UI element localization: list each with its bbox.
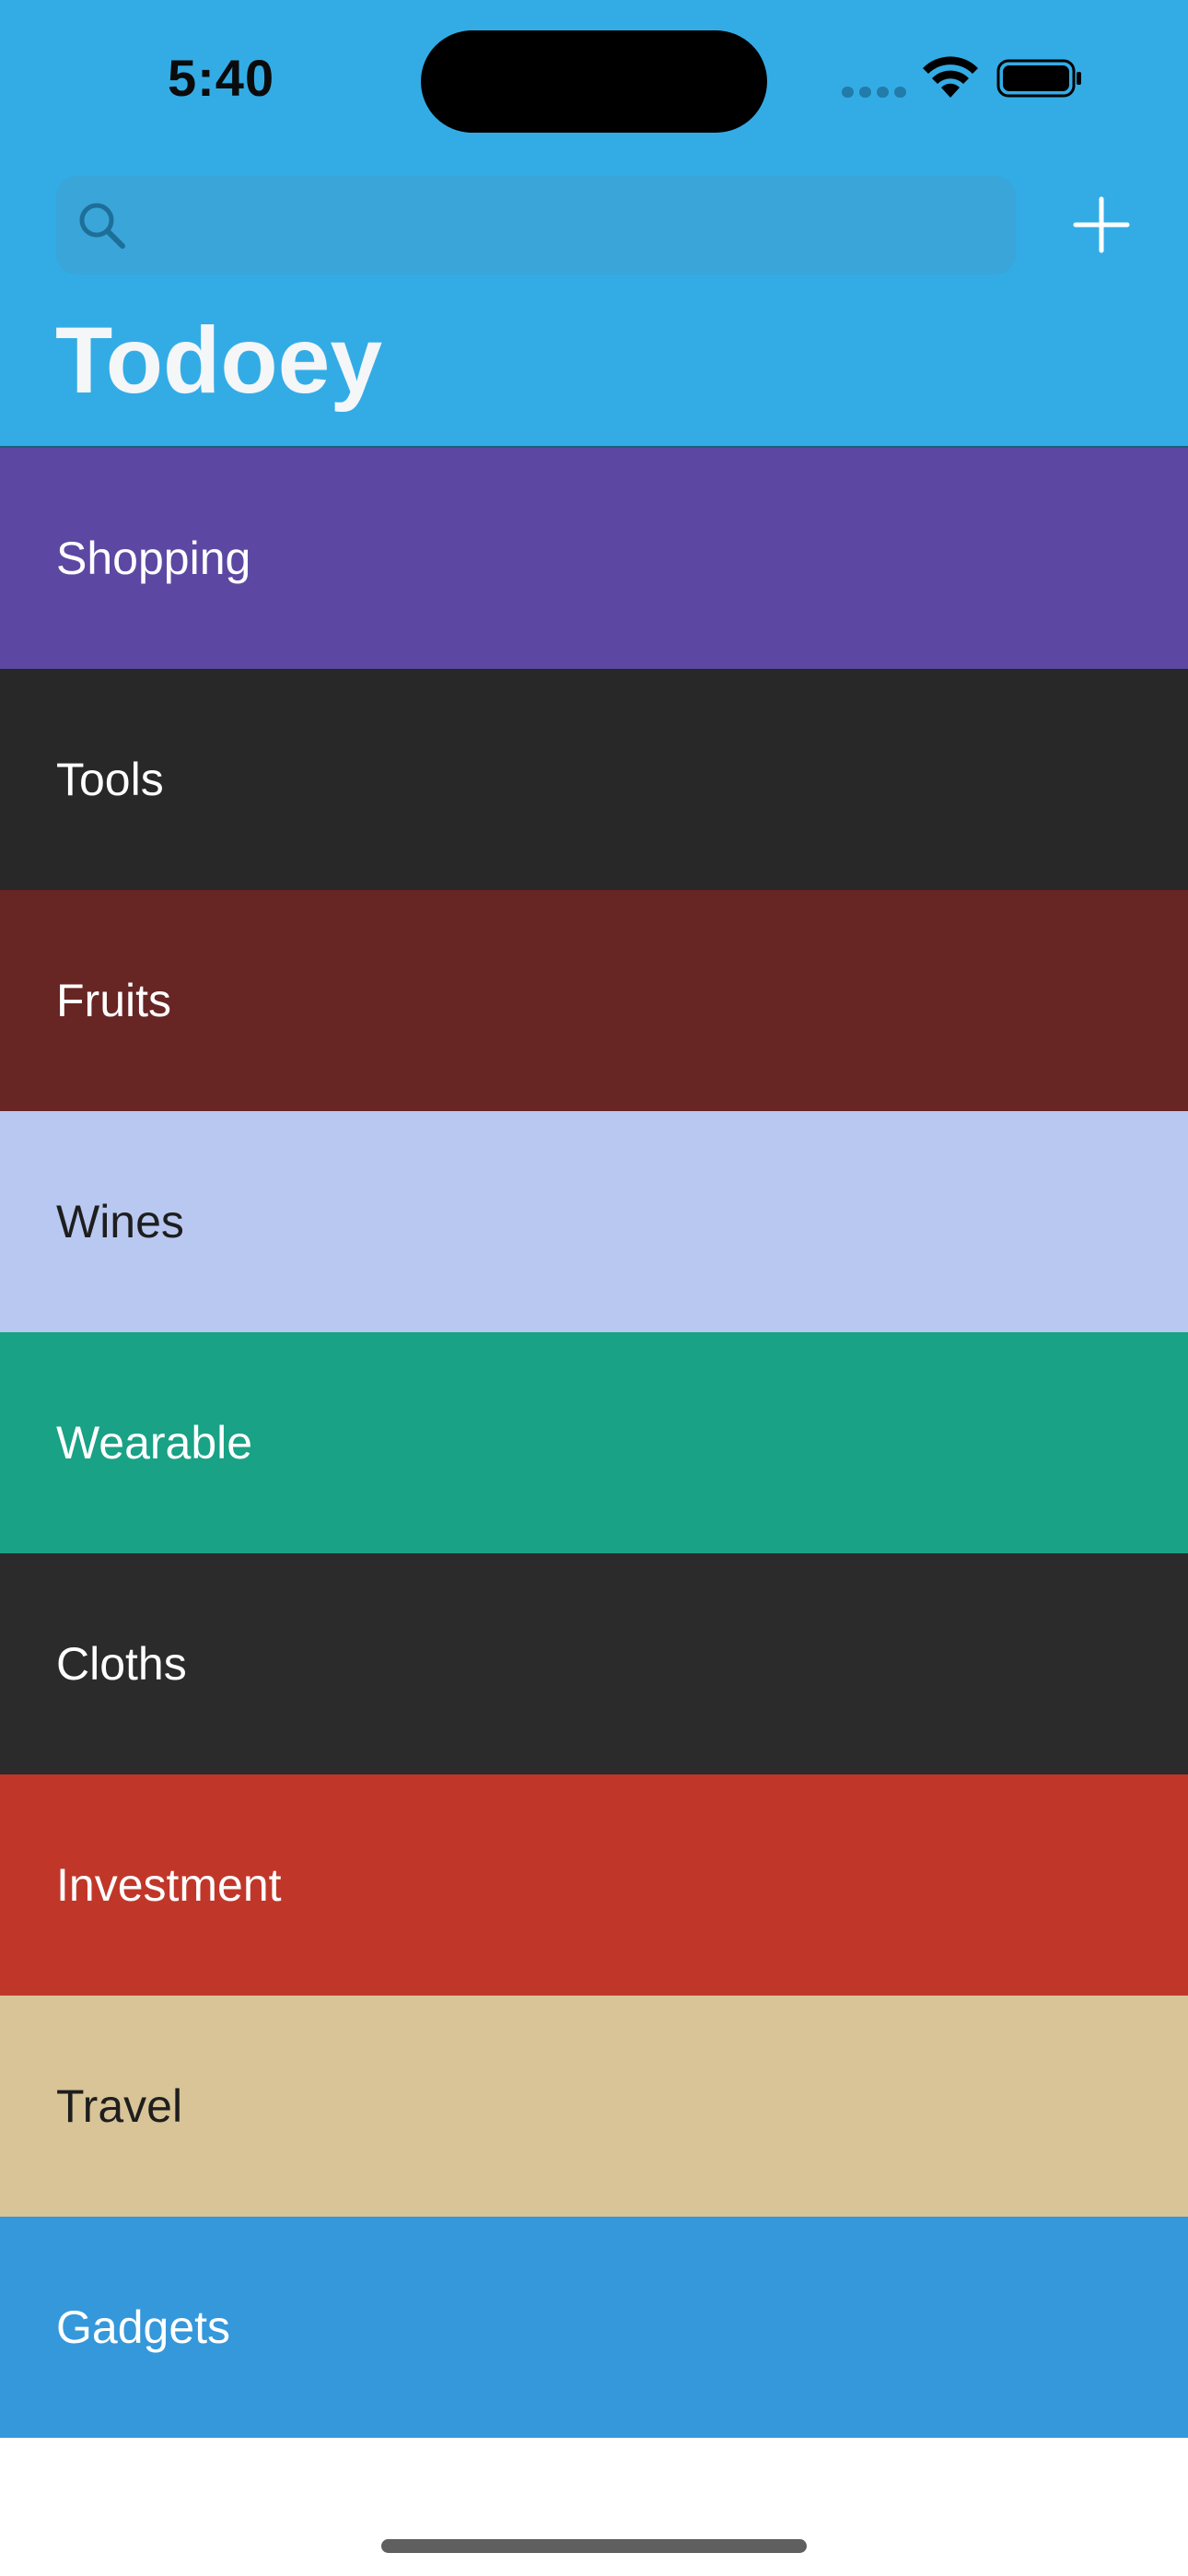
list-item-shopping[interactable]: Shopping [0, 448, 1188, 669]
home-indicator[interactable] [381, 2539, 807, 2553]
category-list: Shopping Tools Fruits Wines Wearable Clo… [0, 446, 1188, 2438]
plus-icon [1073, 196, 1130, 253]
battery-icon [996, 59, 1081, 98]
list-item-fruits[interactable]: Fruits [0, 890, 1188, 1111]
list-item-label: Cloths [56, 1638, 187, 1690]
cell-signal-icon [842, 87, 906, 98]
list-item-label: Gadgets [56, 2301, 231, 2353]
list-item-wines[interactable]: Wines [0, 1111, 1188, 1332]
status-bar: 5:40 [0, 0, 1188, 157]
list-item-wearable[interactable]: Wearable [0, 1332, 1188, 1553]
search-bar[interactable] [56, 176, 1016, 275]
list-item-label: Travel [56, 2080, 183, 2132]
list-item-tools[interactable]: Tools [0, 669, 1188, 890]
list-item-cloths[interactable]: Cloths [0, 1553, 1188, 1774]
add-category-button[interactable] [1068, 192, 1135, 258]
list-item-label: Wines [56, 1196, 184, 1247]
list-item-gadgets[interactable]: Gadgets [0, 2217, 1188, 2438]
list-item-investment[interactable]: Investment [0, 1774, 1188, 1996]
list-item-label: Investment [56, 1859, 282, 1911]
status-time: 5:40 [168, 49, 275, 107]
list-item-travel[interactable]: Travel [0, 1996, 1188, 2217]
search-input[interactable] [141, 194, 992, 257]
navigation-header: 5:40 Todoey [0, 0, 1188, 446]
list-item-label: Shopping [56, 533, 251, 584]
list-item-label: Fruits [56, 975, 171, 1026]
page-title: Todoey [55, 308, 383, 413]
wifi-icon [923, 56, 978, 98]
search-icon [79, 203, 125, 249]
dynamic-island [421, 30, 767, 133]
list-item-label: Tools [56, 754, 164, 805]
list-item-label: Wearable [56, 1417, 253, 1469]
